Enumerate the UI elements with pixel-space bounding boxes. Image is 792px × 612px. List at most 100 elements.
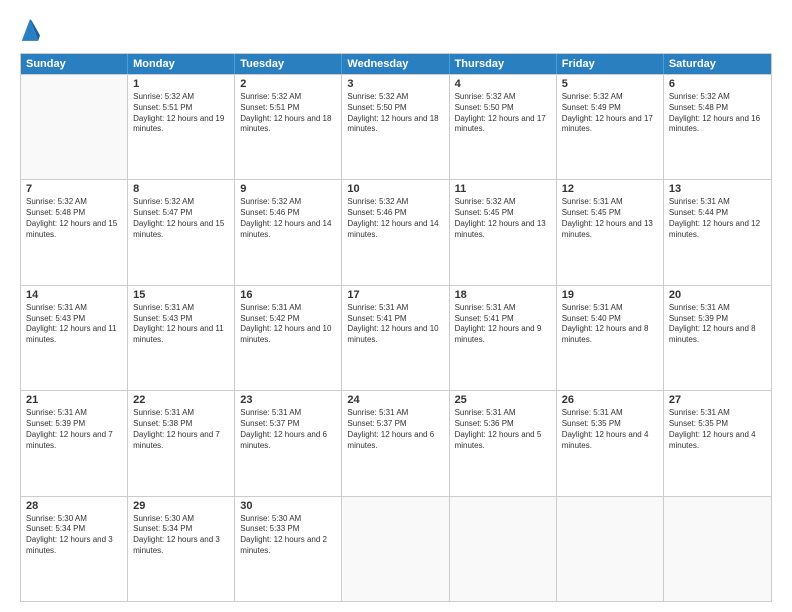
header <box>20 15 772 43</box>
cell-day-number: 17 <box>347 289 443 301</box>
cell-day-number: 4 <box>455 78 551 90</box>
cell-day-number: 8 <box>133 183 229 195</box>
cell-day-number: 2 <box>240 78 336 90</box>
cell-sun-info: Sunrise: 5:31 AM Sunset: 5:37 PM Dayligh… <box>240 408 336 451</box>
cell-day-number: 20 <box>669 289 766 301</box>
cell-sun-info: Sunrise: 5:32 AM Sunset: 5:46 PM Dayligh… <box>240 197 336 240</box>
cell-day-number: 23 <box>240 394 336 406</box>
cell-day-number: 21 <box>26 394 122 406</box>
cell-sun-info: Sunrise: 5:32 AM Sunset: 5:48 PM Dayligh… <box>26 197 122 240</box>
calendar-cell <box>450 497 557 601</box>
cell-day-number: 1 <box>133 78 229 90</box>
calendar-cell: 13 Sunrise: 5:31 AM Sunset: 5:44 PM Dayli… <box>664 180 771 284</box>
calendar-cell: 8Sunrise: 5:32 AM Sunset: 5:47 PM Daylig… <box>128 180 235 284</box>
calendar-cell: 24Sunrise: 5:31 AM Sunset: 5:37 PM Dayli… <box>342 391 449 495</box>
cell-sun-info: Sunrise: 5:30 AM Sunset: 5:34 PM Dayligh… <box>26 514 122 557</box>
cell-sun-info: Sunrise: 5:31 AM Sunset: 5:40 PM Dayligh… <box>562 303 658 346</box>
cell-day-number: 13 <box>669 183 766 195</box>
calendar-week-row: 14 Sunrise: 5:31 AM Sunset: 5:43 PM Dayli… <box>21 285 771 390</box>
calendar-cell: 14 Sunrise: 5:31 AM Sunset: 5:43 PM Dayli… <box>21 286 128 390</box>
cell-sun-info: Sunrise: 5:32 AM Sunset: 5:45 PM Dayligh… <box>455 197 551 240</box>
calendar-cell: 22 Sunrise: 5:31 AM Sunset: 5:38 PM Dayli… <box>128 391 235 495</box>
calendar-cell: 10Sunrise: 5:32 AM Sunset: 5:46 PM Dayli… <box>342 180 449 284</box>
calendar-cell: 26Sunrise: 5:31 AM Sunset: 5:35 PM Dayli… <box>557 391 664 495</box>
cell-day-number: 11 <box>455 183 551 195</box>
calendar-header-day: Tuesday <box>235 54 342 74</box>
calendar-cell <box>557 497 664 601</box>
cell-sun-info: Sunrise: 5:31 AM Sunset: 5:39 PM Dayligh… <box>26 408 122 451</box>
calendar-cell: 23 Sunrise: 5:31 AM Sunset: 5:37 PM Dayli… <box>235 391 342 495</box>
cell-sun-info: Sunrise: 5:31 AM Sunset: 5:41 PM Dayligh… <box>455 303 551 346</box>
cell-day-number: 30 <box>240 500 336 512</box>
logo <box>20 15 42 43</box>
calendar-cell: 21 Sunrise: 5:31 AM Sunset: 5:39 PM Dayli… <box>21 391 128 495</box>
cell-sun-info: Sunrise: 5:31 AM Sunset: 5:43 PM Dayligh… <box>26 303 122 346</box>
cell-sun-info: Sunrise: 5:30 AM Sunset: 5:33 PM Dayligh… <box>240 514 336 557</box>
calendar-cell: 6 Sunrise: 5:32 AM Sunset: 5:48 PM Daylig… <box>664 75 771 179</box>
cell-day-number: 10 <box>347 183 443 195</box>
cell-day-number: 9 <box>240 183 336 195</box>
page: SundayMondayTuesdayWednesdayThursdayFrid… <box>0 0 792 612</box>
calendar-cell: 25Sunrise: 5:31 AM Sunset: 5:36 PM Dayli… <box>450 391 557 495</box>
cell-day-number: 6 <box>669 78 766 90</box>
calendar-cell: 12Sunrise: 5:31 AM Sunset: 5:45 PM Dayli… <box>557 180 664 284</box>
cell-day-number: 7 <box>26 183 122 195</box>
cell-sun-info: Sunrise: 5:31 AM Sunset: 5:35 PM Dayligh… <box>562 408 658 451</box>
cell-day-number: 16 <box>240 289 336 301</box>
calendar-cell: 1 Sunrise: 5:32 AM Sunset: 5:51 PM Daylig… <box>128 75 235 179</box>
calendar-cell: 9 Sunrise: 5:32 AM Sunset: 5:46 PM Daylig… <box>235 180 342 284</box>
cell-day-number: 19 <box>562 289 658 301</box>
cell-sun-info: Sunrise: 5:31 AM Sunset: 5:44 PM Dayligh… <box>669 197 766 240</box>
calendar-week-row: 7 Sunrise: 5:32 AM Sunset: 5:48 PM Daylig… <box>21 179 771 284</box>
cell-sun-info: Sunrise: 5:31 AM Sunset: 5:38 PM Dayligh… <box>133 408 229 451</box>
cell-sun-info: Sunrise: 5:32 AM Sunset: 5:49 PM Dayligh… <box>562 92 658 135</box>
calendar-cell: 30 Sunrise: 5:30 AM Sunset: 5:33 PM Dayli… <box>235 497 342 601</box>
cell-sun-info: Sunrise: 5:30 AM Sunset: 5:34 PM Dayligh… <box>133 514 229 557</box>
calendar-header-day: Saturday <box>664 54 771 74</box>
calendar-cell: 29 Sunrise: 5:30 AM Sunset: 5:34 PM Dayli… <box>128 497 235 601</box>
cell-day-number: 28 <box>26 500 122 512</box>
cell-sun-info: Sunrise: 5:32 AM Sunset: 5:50 PM Dayligh… <box>347 92 443 135</box>
cell-day-number: 5 <box>562 78 658 90</box>
calendar-cell: 19 Sunrise: 5:31 AM Sunset: 5:40 PM Dayli… <box>557 286 664 390</box>
cell-sun-info: Sunrise: 5:32 AM Sunset: 5:51 PM Dayligh… <box>240 92 336 135</box>
calendar-header-day: Wednesday <box>342 54 449 74</box>
cell-day-number: 12 <box>562 183 658 195</box>
calendar-cell: 16 Sunrise: 5:31 AM Sunset: 5:42 PM Dayli… <box>235 286 342 390</box>
calendar-cell: 18 Sunrise: 5:31 AM Sunset: 5:41 PM Dayli… <box>450 286 557 390</box>
calendar-cell <box>21 75 128 179</box>
cell-sun-info: Sunrise: 5:31 AM Sunset: 5:43 PM Dayligh… <box>133 303 229 346</box>
calendar-body: 1 Sunrise: 5:32 AM Sunset: 5:51 PM Daylig… <box>21 74 771 601</box>
calendar-cell: 7 Sunrise: 5:32 AM Sunset: 5:48 PM Daylig… <box>21 180 128 284</box>
cell-day-number: 27 <box>669 394 766 406</box>
calendar-cell: 3Sunrise: 5:32 AM Sunset: 5:50 PM Daylig… <box>342 75 449 179</box>
cell-day-number: 29 <box>133 500 229 512</box>
cell-sun-info: Sunrise: 5:32 AM Sunset: 5:48 PM Dayligh… <box>669 92 766 135</box>
calendar-week-row: 21 Sunrise: 5:31 AM Sunset: 5:39 PM Dayli… <box>21 390 771 495</box>
cell-sun-info: Sunrise: 5:31 AM Sunset: 5:35 PM Dayligh… <box>669 408 766 451</box>
cell-sun-info: Sunrise: 5:32 AM Sunset: 5:50 PM Dayligh… <box>455 92 551 135</box>
logo-icon <box>20 15 40 43</box>
cell-day-number: 18 <box>455 289 551 301</box>
calendar-cell: 28 Sunrise: 5:30 AM Sunset: 5:34 PM Dayli… <box>21 497 128 601</box>
calendar-week-row: 1 Sunrise: 5:32 AM Sunset: 5:51 PM Daylig… <box>21 74 771 179</box>
cell-day-number: 22 <box>133 394 229 406</box>
calendar-cell: 4 Sunrise: 5:32 AM Sunset: 5:50 PM Daylig… <box>450 75 557 179</box>
calendar: SundayMondayTuesdayWednesdayThursdayFrid… <box>20 53 772 602</box>
cell-day-number: 15 <box>133 289 229 301</box>
cell-day-number: 14 <box>26 289 122 301</box>
calendar-header-row: SundayMondayTuesdayWednesdayThursdayFrid… <box>21 54 771 74</box>
calendar-cell: 15 Sunrise: 5:31 AM Sunset: 5:43 PM Dayli… <box>128 286 235 390</box>
cell-sun-info: Sunrise: 5:31 AM Sunset: 5:42 PM Dayligh… <box>240 303 336 346</box>
calendar-cell: 27 Sunrise: 5:31 AM Sunset: 5:35 PM Dayli… <box>664 391 771 495</box>
calendar-cell <box>664 497 771 601</box>
calendar-cell: 5 Sunrise: 5:32 AM Sunset: 5:49 PM Daylig… <box>557 75 664 179</box>
calendar-header-day: Friday <box>557 54 664 74</box>
cell-sun-info: Sunrise: 5:32 AM Sunset: 5:51 PM Dayligh… <box>133 92 229 135</box>
calendar-cell: 2 Sunrise: 5:32 AM Sunset: 5:51 PM Daylig… <box>235 75 342 179</box>
calendar-cell: 20Sunrise: 5:31 AM Sunset: 5:39 PM Dayli… <box>664 286 771 390</box>
calendar-header-day: Monday <box>128 54 235 74</box>
calendar-header-day: Sunday <box>21 54 128 74</box>
cell-sun-info: Sunrise: 5:31 AM Sunset: 5:37 PM Dayligh… <box>347 408 443 451</box>
cell-sun-info: Sunrise: 5:31 AM Sunset: 5:36 PM Dayligh… <box>455 408 551 451</box>
